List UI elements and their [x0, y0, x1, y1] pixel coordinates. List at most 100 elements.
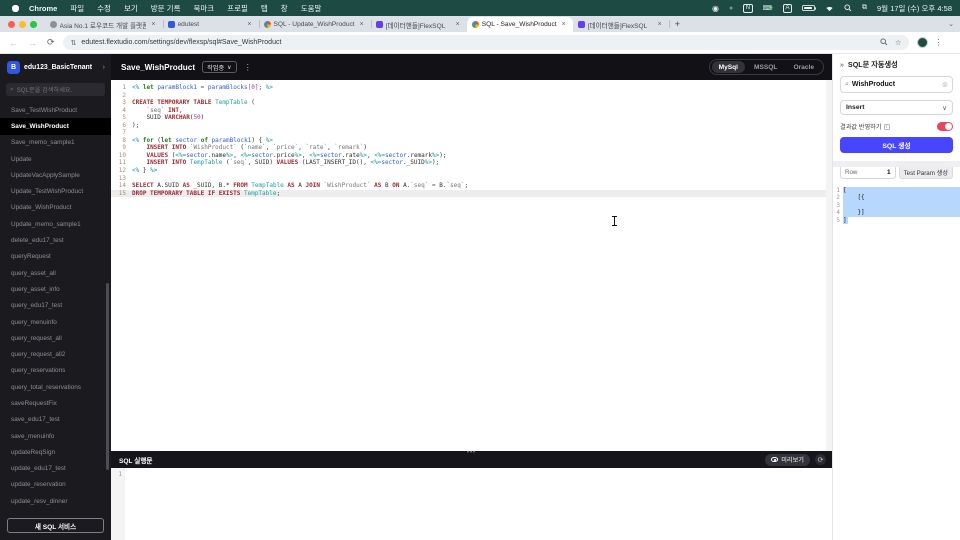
sidebar-item-update_testwishproduct[interactable]: Update_TestWishProduct: [0, 183, 111, 199]
sidebar-item-update_resv_dinner[interactable]: update_resv_dinner: [0, 493, 111, 509]
profile-avatar[interactable]: [916, 37, 928, 48]
tenant-selector[interactable]: B edu123_BasicTenant ›: [0, 54, 111, 80]
menubar-item[interactable]: 프로필: [227, 4, 248, 13]
browser-menu-icon[interactable]: ⋮: [935, 38, 943, 47]
notion-icon[interactable]: N: [743, 3, 753, 13]
sidebar-item-update_edu17_test[interactable]: update_edu17_test: [0, 461, 111, 477]
menubar-item[interactable]: 북마크: [193, 4, 214, 13]
url-text[interactable]: edutest.flextudio.com/settings/dev/flexs…: [81, 39, 281, 46]
clear-icon[interactable]: ⊗: [942, 80, 948, 89]
menubar-item[interactable]: 창: [281, 4, 288, 13]
menubar-item[interactable]: 도움말: [301, 4, 322, 13]
db-tab-mssql[interactable]: MSSQL: [747, 61, 784, 73]
sidebar-item-save_edu17_test[interactable]: save_edu17_test: [0, 412, 111, 428]
sidebar-item-query_request_all[interactable]: query_request_all: [0, 330, 111, 346]
row-count-input[interactable]: Row 1: [840, 165, 896, 179]
control-center-icon[interactable]: ⧉: [862, 4, 867, 12]
close-window-button[interactable]: [8, 21, 15, 28]
sidebar-item-updatevacapplysample[interactable]: UpdateVacApplySample: [0, 167, 111, 183]
test-param-button[interactable]: Test Param 생성: [898, 165, 953, 179]
sidebar-item-save_menuinfo[interactable]: save_menuinfo: [0, 428, 111, 444]
db-tab-mysql[interactable]: MySql: [711, 61, 746, 73]
dim-circle-icon[interactable]: ●: [729, 5, 733, 12]
param-json-line-1: 1[: [833, 187, 960, 195]
sidebar-search-input[interactable]: ⌕ SQL문을 검색하세요.: [6, 83, 105, 96]
sidebar-item-query_reservations[interactable]: query_reservations: [0, 363, 111, 379]
preview-button[interactable]: 미리보기: [765, 453, 810, 466]
search-icon[interactable]: [844, 4, 852, 12]
sidebar-item-query_edu17_test[interactable]: query_edu17_test: [0, 298, 111, 314]
menubar-item[interactable]: 방문 기록: [151, 4, 181, 13]
tab-search-chevron-icon[interactable]: ⌄: [948, 20, 954, 28]
sidebar-item-query_request_all2[interactable]: query_request_all2: [0, 346, 111, 362]
record-icon[interactable]: ◉: [712, 4, 719, 13]
new-tab-button[interactable]: +: [675, 19, 680, 29]
sidebar-item-query_total_reservations[interactable]: query_total_reservations: [0, 379, 111, 395]
sidebar-item-query_menuinfo[interactable]: query_menuinfo: [0, 314, 111, 330]
reload-button[interactable]: ⟳: [47, 37, 55, 48]
sidebar-item-update[interactable]: Update: [0, 151, 111, 167]
ime-icon[interactable]: ⌨ ●: [763, 4, 773, 12]
menubar-clock[interactable]: 9월 17일 (수) 오후 4:58: [877, 3, 952, 14]
sidebar-item-query_asset_info[interactable]: query_asset_info: [0, 281, 111, 297]
menubar-item[interactable]: 수정: [97, 4, 111, 13]
tab-close-icon[interactable]: ×: [358, 21, 366, 28]
sidebar-item-save_memo_sample1[interactable]: Save_memo_sample1: [0, 135, 111, 151]
browser-tab[interactable]: Asia No.1 로우코드 개발 플랫폼 | ×: [45, 17, 164, 32]
status-dropdown[interactable]: 작업중 ∨: [202, 61, 237, 73]
splitter-handle[interactable]: •••: [467, 450, 476, 456]
table-search-input[interactable]: ⌕ WishProduct ⊗: [840, 76, 953, 93]
battery-icon[interactable]: [802, 4, 817, 12]
collapse-panel-icon[interactable]: »: [840, 62, 844, 69]
sidebar-item-save_wishproduct[interactable]: Save_WishProduct: [0, 118, 111, 135]
browser-tab[interactable]: edutest ×: [163, 17, 260, 32]
sql-exec-editor[interactable]: 1: [111, 468, 832, 540]
menubar-item[interactable]: Chrome: [29, 4, 57, 13]
sidebar-item-save_testwishproduct[interactable]: Save_TestWishProduct: [0, 102, 111, 118]
menubar-item[interactable]: 파일: [70, 4, 84, 13]
apple-icon[interactable]: [12, 4, 19, 12]
db-tab-oracle[interactable]: Oracle: [786, 61, 821, 73]
browser-tab[interactable]: [데이터핸들]FlexSQL ×: [573, 17, 670, 32]
info-icon[interactable]: i: [883, 123, 890, 130]
reflect-toggle[interactable]: [937, 122, 953, 131]
line-number: 5: [833, 216, 843, 225]
sidebar-item-update_wishproduct[interactable]: Update_WishProduct: [0, 200, 111, 216]
browser-tab[interactable]: [데이터핸들]FlexSQL ×: [371, 17, 468, 32]
sidebar-item-update_reservation[interactable]: update_reservation: [0, 477, 111, 493]
new-sql-service-button[interactable]: 새 SQL 서비스: [7, 518, 104, 533]
tab-close-icon[interactable]: ×: [149, 21, 157, 28]
sidebar-scrollbar[interactable]: [106, 283, 109, 470]
sidebar-item-delete_edu17_test[interactable]: delete_edu17_test: [0, 232, 111, 248]
bookmark-star-icon[interactable]: ☆: [895, 38, 902, 47]
browser-tab[interactable]: SQL - Update_WishProduct ×: [259, 17, 372, 32]
input-a-icon[interactable]: A: [783, 3, 793, 13]
lens-search-icon[interactable]: [880, 37, 888, 48]
browser-tab[interactable]: SQL - Save_WishProduct ×: [466, 17, 573, 32]
tab-close-icon[interactable]: ×: [245, 21, 253, 28]
tab-close-icon[interactable]: ×: [454, 21, 462, 28]
sidebar-item-update_memo_sample1[interactable]: Update_memo_sample1: [0, 216, 111, 232]
maximize-window-button[interactable]: [30, 21, 37, 28]
sidebar-item-queryrequest[interactable]: queryRequest: [0, 249, 111, 265]
menubar-item[interactable]: 보기: [124, 4, 138, 13]
more-options-icon[interactable]: ⋮: [244, 63, 252, 72]
address-bar[interactable]: ⇅ edutest.flextudio.com/settings/dev/fle…: [62, 35, 909, 50]
test-param-editor[interactable]: 1[2 [{3 4 }] 5]: [833, 187, 960, 225]
menubar-item[interactable]: 탭: [261, 4, 268, 13]
refresh-exec-icon[interactable]: ⟳: [815, 454, 826, 465]
statement-type-select[interactable]: Insert ∨: [840, 100, 953, 115]
line-number: 9: [122, 144, 126, 152]
sidebar-item-saverequestfix[interactable]: saveRequestFix: [0, 395, 111, 411]
site-info-icon[interactable]: ⇅: [71, 39, 77, 47]
sidebar-item-updatereqsign[interactable]: updateReqSign: [0, 444, 111, 460]
generate-sql-button[interactable]: SQL 생성: [840, 137, 953, 153]
minimize-window-button[interactable]: [19, 21, 26, 28]
sql-code-editor[interactable]: 1 <% let paramBlock1 = paramBlocks[0]; %>…: [111, 80, 832, 451]
tab-close-icon[interactable]: ×: [656, 21, 664, 28]
tab-close-icon[interactable]: ×: [560, 21, 568, 28]
forward-button[interactable]: →: [28, 38, 37, 48]
wifi-icon[interactable]: [825, 5, 834, 12]
back-button[interactable]: ←: [9, 38, 18, 48]
sidebar-item-query_asset_all[interactable]: query_asset_all: [0, 265, 111, 281]
